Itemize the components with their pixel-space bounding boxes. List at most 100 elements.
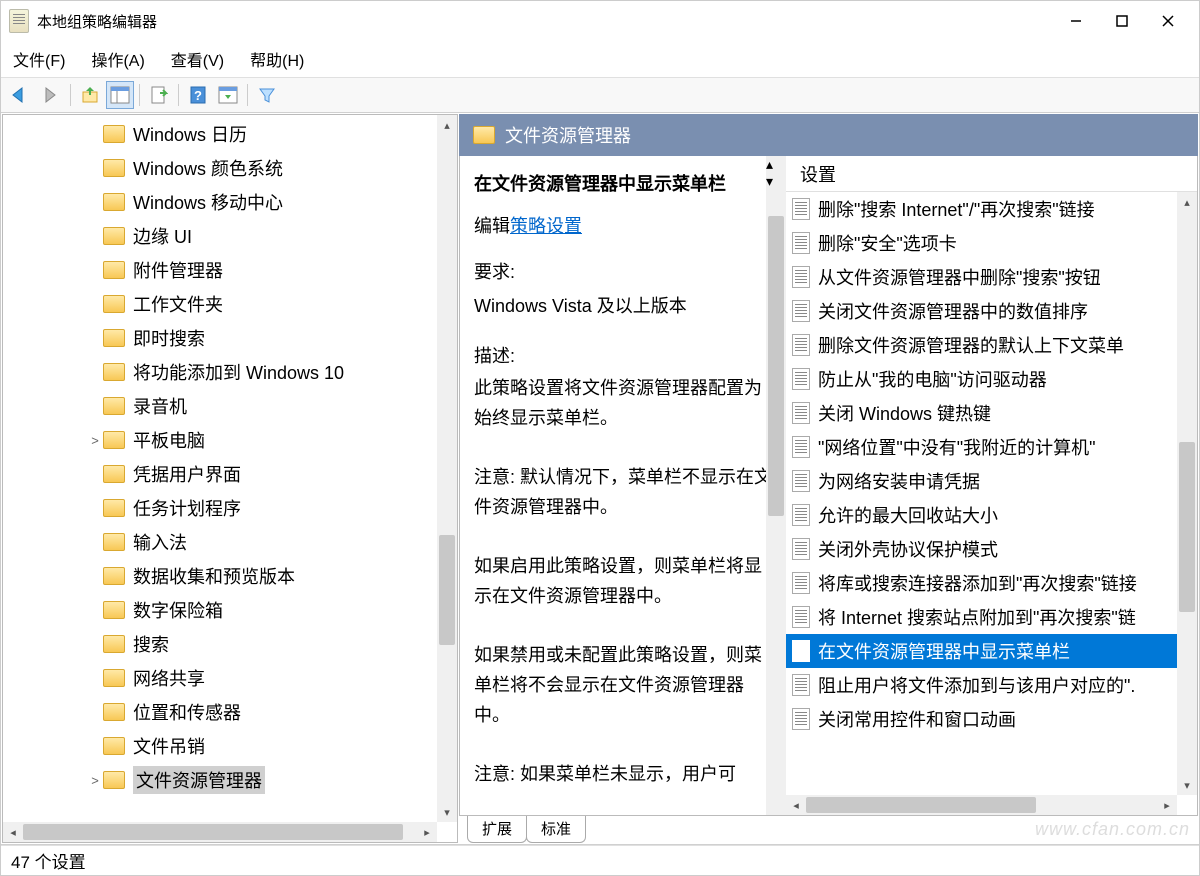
tree-horizontal-scrollbar[interactable]: ◂ ▸ bbox=[3, 822, 437, 842]
scroll-right-arrow-icon[interactable]: ▸ bbox=[417, 822, 437, 842]
setting-item[interactable]: 关闭常用控件和窗口动画 bbox=[786, 702, 1177, 736]
setting-item[interactable]: 删除"搜索 Internet"/"再次搜索"链接 bbox=[786, 192, 1177, 226]
setting-item[interactable]: 关闭文件资源管理器中的数值排序 bbox=[786, 294, 1177, 328]
setting-item[interactable]: 删除文件资源管理器的默认上下文菜单 bbox=[786, 328, 1177, 362]
tree-item[interactable]: 网络共享 bbox=[3, 661, 437, 695]
maximize-button[interactable] bbox=[1099, 5, 1145, 37]
folder-icon bbox=[103, 533, 125, 551]
scroll-up-arrow-icon[interactable]: ▴ bbox=[1177, 192, 1197, 212]
minimize-button[interactable] bbox=[1053, 5, 1099, 37]
setting-item[interactable]: 阻止用户将文件添加到与该用户对应的". bbox=[786, 668, 1177, 702]
tree-item[interactable]: 凭据用户界面 bbox=[3, 457, 437, 491]
tree-item[interactable]: 将功能添加到 Windows 10 bbox=[3, 355, 437, 389]
tree-item[interactable]: ˃ 文件资源管理器 bbox=[3, 763, 437, 797]
tree-item[interactable]: 数字保险箱 bbox=[3, 593, 437, 627]
setting-item[interactable]: 允许的最大回收站大小 bbox=[786, 498, 1177, 532]
expand-icon[interactable]: ˃ bbox=[87, 433, 103, 448]
menu-help[interactable]: 帮助(H) bbox=[250, 47, 304, 71]
tree-item[interactable]: 任务计划程序 bbox=[3, 491, 437, 525]
setting-item[interactable]: 将库或搜索连接器添加到"再次搜索"链接 bbox=[786, 566, 1177, 600]
description-vertical-scrollbar[interactable]: ▴ ▾ bbox=[766, 156, 786, 815]
scroll-thumb[interactable] bbox=[1179, 442, 1195, 612]
detail-header: 文件资源管理器 bbox=[459, 114, 1198, 156]
tree-item-label: 将功能添加到 Windows 10 bbox=[133, 363, 344, 383]
scroll-down-arrow-icon[interactable]: ▾ bbox=[766, 173, 786, 190]
detail-header-title: 文件资源管理器 bbox=[505, 122, 631, 148]
scroll-down-arrow-icon[interactable]: ▾ bbox=[437, 802, 457, 822]
scroll-thumb[interactable] bbox=[806, 797, 1036, 813]
tree-item[interactable]: 输入法 bbox=[3, 525, 437, 559]
scroll-thumb[interactable] bbox=[439, 535, 455, 645]
tree-item-label: 边缘 UI bbox=[133, 227, 192, 247]
setting-item-label: 删除文件资源管理器的默认上下文菜单 bbox=[818, 332, 1124, 358]
tree-item-label: 文件资源管理器 bbox=[136, 771, 262, 791]
setting-item-label: 阻止用户将文件添加到与该用户对应的". bbox=[818, 672, 1135, 698]
up-level-button[interactable] bbox=[76, 81, 104, 109]
settings-list[interactable]: 删除"搜索 Internet"/"再次搜索"链接删除"安全"选项卡从文件资源管理… bbox=[786, 192, 1177, 795]
back-button[interactable] bbox=[7, 81, 35, 109]
tree-item-label: Windows 颜色系统 bbox=[133, 159, 283, 179]
scroll-thumb[interactable] bbox=[23, 824, 403, 840]
tree-item-label: 输入法 bbox=[133, 533, 187, 553]
tree-item-label: 位置和传感器 bbox=[133, 703, 241, 723]
scroll-left-arrow-icon[interactable]: ◂ bbox=[786, 795, 806, 815]
show-hide-tree-button[interactable] bbox=[106, 81, 134, 109]
close-button[interactable] bbox=[1145, 5, 1191, 37]
tree-item-label: 附件管理器 bbox=[133, 261, 223, 281]
setting-item[interactable]: 为网络安装申请凭据 bbox=[786, 464, 1177, 498]
tree-item[interactable]: 搜索 bbox=[3, 627, 437, 661]
edit-policy-link[interactable]: 策略设置 bbox=[510, 216, 582, 236]
tree-item[interactable]: 录音机 bbox=[3, 389, 437, 423]
setting-item[interactable]: 关闭 Windows 键热键 bbox=[786, 396, 1177, 430]
tree-item[interactable]: 边缘 UI bbox=[3, 219, 437, 253]
menu-file[interactable]: 文件(F) bbox=[13, 47, 65, 71]
folder-icon bbox=[103, 261, 125, 279]
setting-icon bbox=[792, 504, 810, 526]
tree-item[interactable]: 工作文件夹 bbox=[3, 287, 437, 321]
export-list-button[interactable] bbox=[145, 81, 173, 109]
setting-item[interactable]: 从文件资源管理器中删除"搜索"按钮 bbox=[786, 260, 1177, 294]
expand-icon[interactable]: ˃ bbox=[87, 773, 103, 788]
tree-item[interactable]: ˃平板电脑 bbox=[3, 423, 437, 457]
tree-list[interactable]: Windows 日历 Windows 颜色系统 Windows 移动中心边缘 UI 附… bbox=[3, 115, 437, 822]
scroll-up-arrow-icon[interactable]: ▴ bbox=[437, 115, 457, 135]
tree-item[interactable]: 即时搜索 bbox=[3, 321, 437, 355]
setting-icon bbox=[792, 538, 810, 560]
tree-item[interactable]: Windows 日历 bbox=[3, 117, 437, 151]
tab-standard[interactable]: 标准 bbox=[526, 815, 586, 843]
tree-item[interactable]: 附件管理器 bbox=[3, 253, 437, 287]
tree-item[interactable]: Windows 移动中心 bbox=[3, 185, 437, 219]
menu-action[interactable]: 操作(A) bbox=[91, 47, 144, 71]
forward-button[interactable] bbox=[37, 81, 65, 109]
tree-item[interactable]: 文件吊销 bbox=[3, 729, 437, 763]
settings-column-header[interactable]: 设置 bbox=[786, 156, 1197, 192]
help-button[interactable]: ? bbox=[184, 81, 212, 109]
setting-icon bbox=[792, 572, 810, 594]
description-column: 在文件资源管理器中显示菜单栏 编辑策略设置 要求: Windows Vista … bbox=[460, 156, 786, 815]
tree-vertical-scrollbar[interactable]: ▴ ▾ bbox=[437, 115, 457, 822]
setting-item-label: 将 Internet 搜索站点附加到"再次搜索"链 bbox=[818, 604, 1136, 630]
scroll-down-arrow-icon[interactable]: ▾ bbox=[1177, 775, 1197, 795]
settings-horizontal-scrollbar[interactable]: ◂ ▸ bbox=[786, 795, 1177, 815]
setting-item[interactable]: 关闭外壳协议保护模式 bbox=[786, 532, 1177, 566]
tree-item[interactable]: Windows 颜色系统 bbox=[3, 151, 437, 185]
scroll-up-arrow-icon[interactable]: ▴ bbox=[766, 156, 786, 173]
tree-item[interactable]: 数据收集和预览版本 bbox=[3, 559, 437, 593]
setting-item[interactable]: 在文件资源管理器中显示菜单栏 bbox=[786, 634, 1177, 668]
tree-item-label: 任务计划程序 bbox=[133, 499, 241, 519]
scroll-right-arrow-icon[interactable]: ▸ bbox=[1157, 795, 1177, 815]
window-title: 本地组策略编辑器 bbox=[37, 11, 157, 32]
setting-item[interactable]: 将 Internet 搜索站点附加到"再次搜索"链 bbox=[786, 600, 1177, 634]
setting-item[interactable]: 防止从"我的电脑"访问驱动器 bbox=[786, 362, 1177, 396]
setting-item[interactable]: "网络位置"中没有"我附近的计算机" bbox=[786, 430, 1177, 464]
scroll-thumb[interactable] bbox=[768, 216, 784, 516]
tree-item[interactable]: 位置和传感器 bbox=[3, 695, 437, 729]
filter-button[interactable] bbox=[253, 81, 281, 109]
properties-button[interactable] bbox=[214, 81, 242, 109]
setting-item[interactable]: 删除"安全"选项卡 bbox=[786, 226, 1177, 260]
scroll-left-arrow-icon[interactable]: ◂ bbox=[3, 822, 23, 842]
svg-text:?: ? bbox=[194, 88, 202, 103]
menu-view[interactable]: 查看(V) bbox=[171, 47, 224, 71]
settings-vertical-scrollbar[interactable]: ▴ ▾ bbox=[1177, 192, 1197, 795]
tab-extended[interactable]: 扩展 bbox=[467, 815, 527, 843]
